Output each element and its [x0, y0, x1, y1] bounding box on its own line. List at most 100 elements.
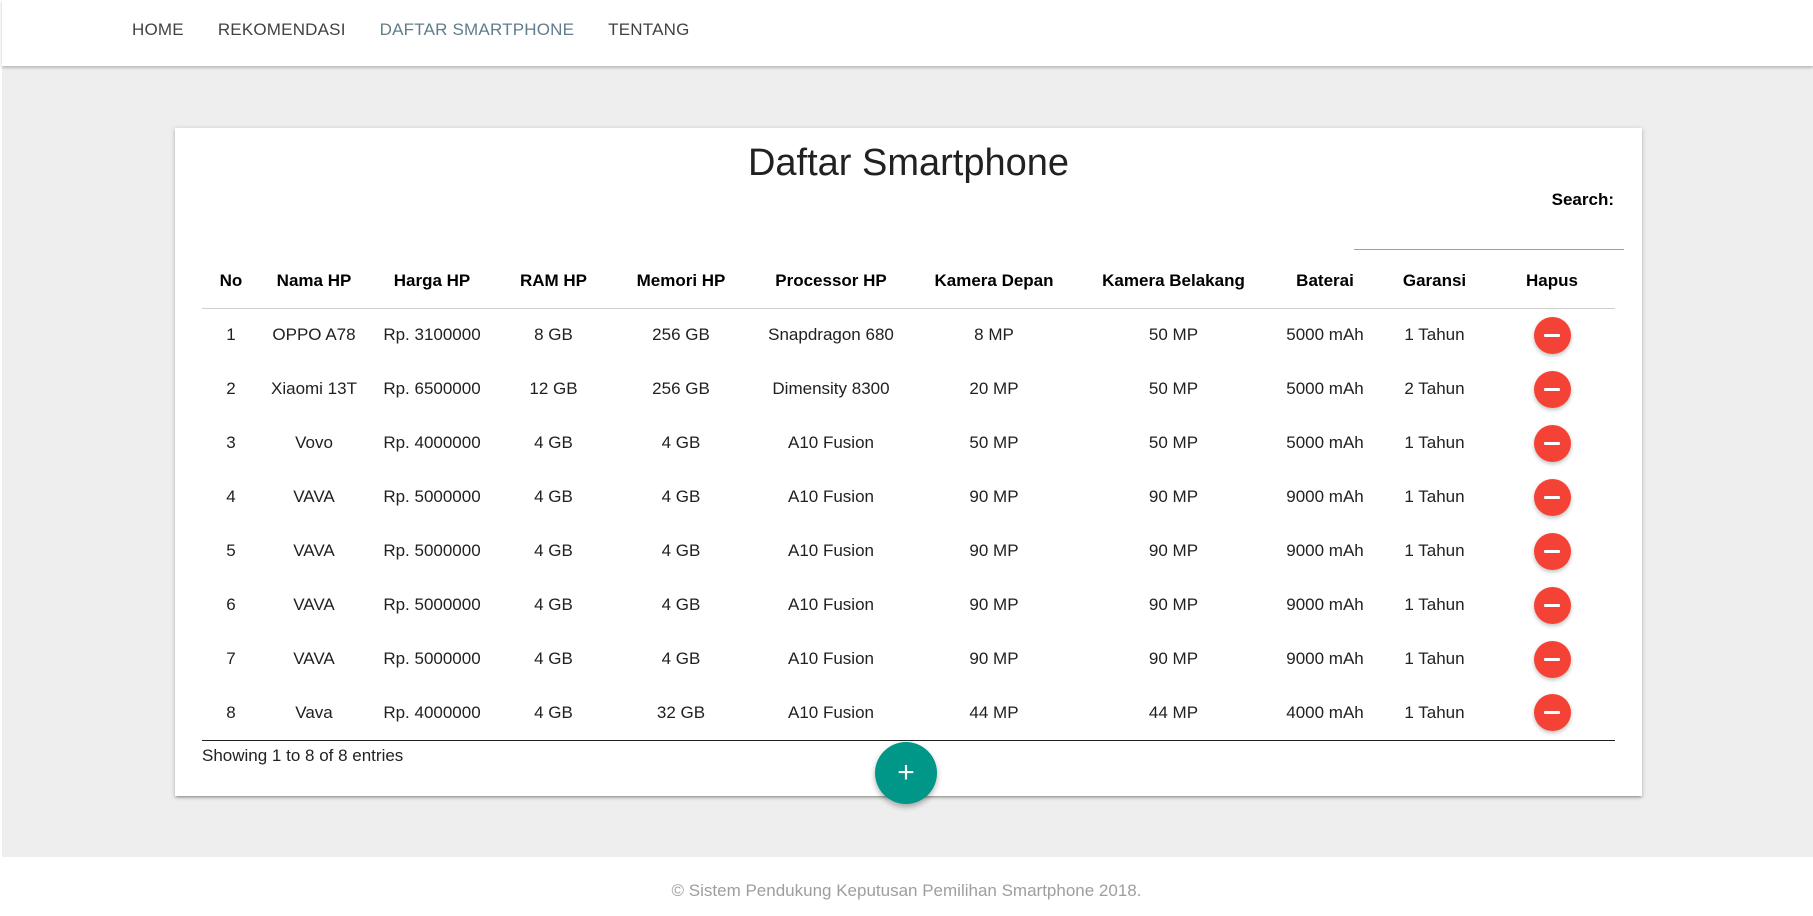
cell-kamera-belakang: 90 MP [1148, 541, 1199, 560]
nav-item-home[interactable]: HOME [132, 20, 184, 40]
cell-no: 3 [226, 433, 236, 452]
cell-garansi: 1 Tahun [1404, 649, 1465, 668]
nav-item-daftar-smartphone[interactable]: DAFTAR SMARTPHONE [380, 20, 575, 40]
column-header-no[interactable]: No [202, 254, 260, 309]
cell-kamera-belakang: 44 MP [1148, 702, 1199, 722]
cell-kamera-depan: 8 MP [974, 325, 1014, 345]
cell-baterai: 4000 mAh [1286, 702, 1364, 722]
search-input[interactable] [1354, 220, 1624, 250]
add-smartphone-button[interactable]: + [875, 742, 937, 804]
table-row: 3 Vovo Rp. 4000000 4 GB 4 GB A10 Fusion … [202, 416, 1615, 470]
column-header-processor-hp[interactable]: Processor HP [751, 254, 911, 309]
column-header-garansi[interactable]: Garansi [1380, 254, 1489, 309]
cell-processor-hp: A10 Fusion [788, 541, 874, 560]
nav-item-rekomendasi[interactable]: REKOMENDASI [218, 20, 346, 40]
cell-baterai: 5000 mAh [1286, 325, 1364, 345]
cell-kamera-depan: 90 MP [969, 649, 1019, 668]
cell-kamera-belakang: 90 MP [1148, 649, 1199, 668]
delete-button[interactable] [1533, 640, 1571, 678]
cell-kamera-depan: 90 MP [969, 595, 1019, 614]
cell-nama-hp: OPPO A78 [272, 325, 356, 345]
cell-processor-hp: A10 Fusion [788, 702, 874, 722]
cell-kamera-depan: 44 MP [969, 702, 1019, 722]
cell-hapus [1489, 470, 1615, 524]
cell-harga-hp: Rp. 5000000 [383, 487, 481, 506]
cell-nama-hp: VAVA [293, 595, 335, 614]
cell-garansi: 1 Tahun [1404, 325, 1465, 345]
navbar: HOME REKOMENDASI DAFTAR SMARTPHONE TENTA… [2, 0, 1813, 66]
cell-hapus [1489, 578, 1615, 632]
cell-harga-hp: Rp. 4000000 [383, 433, 481, 452]
cell-garansi: 1 Tahun [1404, 702, 1465, 722]
cell-harga-hp: Rp. 4000000 [383, 702, 481, 722]
cell-garansi: 1 Tahun [1404, 595, 1465, 614]
column-header-ram-hp[interactable]: RAM HP [496, 254, 611, 309]
cell-no: 2 [226, 379, 236, 398]
minus-icon [1544, 603, 1560, 607]
column-header-kamera-depan[interactable]: Kamera Depan [911, 254, 1077, 309]
table-row: 6 VAVA Rp. 5000000 4 GB 4 GB A10 Fusion … [202, 578, 1615, 632]
main-content: Daftar Smartphone Search: No Nama HP Har… [2, 66, 1813, 857]
search-label: Search: [1551, 190, 1614, 209]
cell-kamera-depan: 20 MP [969, 379, 1019, 398]
footer: © Sistem Pendukung Keputusan Pemilihan S… [0, 857, 1813, 916]
cell-memori-hp: 4 GB [661, 487, 701, 506]
cell-processor-hp: A10 Fusion [788, 649, 874, 668]
minus-icon [1544, 495, 1560, 499]
minus-icon [1544, 441, 1560, 445]
cell-no: 4 [226, 487, 236, 506]
cell-nama-hp: VAVA [293, 487, 335, 506]
delete-button[interactable] [1533, 532, 1571, 570]
column-header-memori-hp[interactable]: Memori HP [611, 254, 751, 309]
cell-kamera-depan: 50 MP [969, 433, 1019, 452]
delete-button[interactable] [1533, 424, 1571, 462]
delete-button[interactable] [1533, 370, 1571, 408]
cell-kamera-belakang: 50 MP [1148, 433, 1199, 452]
cell-nama-hp: Xiaomi 13T [271, 379, 357, 398]
smartphone-table: No Nama HP Harga HP RAM HP Memori HP Pro… [202, 254, 1615, 741]
minus-icon [1544, 387, 1560, 391]
column-header-baterai[interactable]: Baterai [1270, 254, 1380, 309]
cell-memori-hp: 4 GB [661, 433, 701, 452]
table-info: Showing 1 to 8 of 8 entries [202, 746, 404, 765]
cell-nama-hp: Vovo [295, 433, 333, 452]
cell-ram-hp: 4 GB [534, 541, 573, 560]
cell-memori-hp: 256 GB [652, 325, 710, 345]
smartphone-list-card: Daftar Smartphone Search: No Nama HP Har… [175, 128, 1642, 796]
cell-memori-hp: 256 GB [652, 379, 710, 398]
minus-icon [1544, 549, 1560, 553]
table-row: 2 Xiaomi 13T Rp. 6500000 12 GB 256 GB Di… [202, 362, 1615, 416]
cell-memori-hp: 4 GB [661, 649, 701, 668]
cell-ram-hp: 8 GB [534, 325, 573, 345]
table-row: 4 VAVA Rp. 5000000 4 GB 4 GB A10 Fusion … [202, 470, 1615, 524]
cell-ram-hp: 4 GB [534, 433, 573, 452]
nav-item-tentang[interactable]: TENTANG [608, 20, 689, 40]
cell-garansi: 2 Tahun [1404, 379, 1465, 398]
cell-nama-hp: Vava [295, 702, 333, 722]
cell-kamera-belakang: 90 MP [1148, 487, 1199, 506]
cell-ram-hp: 4 GB [534, 702, 573, 722]
delete-button[interactable] [1533, 694, 1571, 732]
cell-harga-hp: Rp. 5000000 [383, 595, 481, 614]
cell-ram-hp: 4 GB [534, 649, 573, 668]
column-header-harga-hp[interactable]: Harga HP [368, 254, 496, 309]
cell-no: 1 [226, 325, 236, 345]
cell-garansi: 1 Tahun [1404, 541, 1465, 560]
delete-button[interactable] [1533, 316, 1571, 354]
cell-processor-hp: Dimensity 8300 [772, 379, 890, 398]
cell-baterai: 9000 mAh [1286, 649, 1364, 668]
cell-hapus [1489, 524, 1615, 578]
delete-button[interactable] [1533, 586, 1571, 624]
cell-processor-hp: Snapdragon 680 [768, 325, 894, 345]
cell-harga-hp: Rp. 5000000 [383, 541, 481, 560]
delete-button[interactable] [1533, 478, 1571, 516]
page-title: Daftar Smartphone [747, 142, 1070, 184]
plus-icon: + [897, 756, 915, 789]
table-header-row: No Nama HP Harga HP RAM HP Memori HP Pro… [202, 254, 1615, 309]
cell-hapus [1489, 632, 1615, 686]
column-header-kamera-belakang[interactable]: Kamera Belakang [1077, 254, 1270, 309]
cell-memori-hp: 4 GB [661, 595, 701, 614]
cell-memori-hp: 4 GB [661, 541, 701, 560]
column-header-nama-hp[interactable]: Nama HP [260, 254, 368, 309]
cell-hapus [1489, 416, 1615, 470]
